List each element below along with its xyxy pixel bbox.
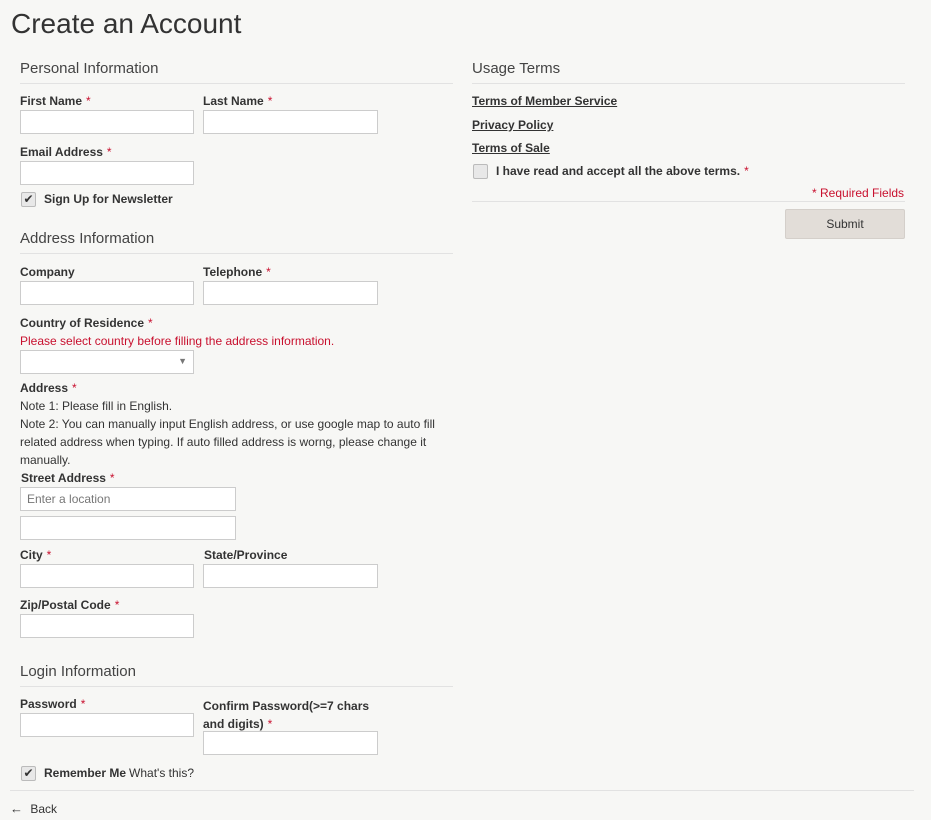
country-label: Country of Residence * bbox=[20, 316, 153, 330]
state-input[interactable] bbox=[203, 564, 378, 588]
state-label: State/Province bbox=[204, 548, 288, 562]
check-icon: ✔ bbox=[23, 192, 34, 206]
personal-info-heading: Personal Information bbox=[20, 60, 453, 84]
street-address-input[interactable] bbox=[20, 487, 236, 511]
telephone-input[interactable] bbox=[203, 281, 378, 305]
first-name-input[interactable] bbox=[20, 110, 194, 134]
zip-input[interactable] bbox=[20, 614, 194, 638]
last-name-input[interactable] bbox=[203, 110, 378, 134]
confirm-password-label: Confirm Password(>=7 chars and digits) * bbox=[203, 699, 370, 731]
submit-button[interactable]: Submit bbox=[785, 209, 905, 239]
newsletter-checkbox[interactable]: ✔ bbox=[21, 192, 36, 207]
accept-terms-label: I have read and accept all the above ter… bbox=[496, 164, 749, 178]
confirm-password-input[interactable] bbox=[203, 731, 378, 755]
remember-me-label: Remember Me What's this? bbox=[44, 766, 195, 780]
login-info-heading: Login Information bbox=[20, 663, 453, 687]
footer-divider bbox=[10, 790, 914, 791]
member-service-link[interactable]: Terms of Member Service bbox=[472, 94, 617, 108]
address-label: Address * bbox=[20, 381, 77, 395]
privacy-policy-link[interactable]: Privacy Policy bbox=[472, 118, 553, 132]
page-title: Create an Account bbox=[11, 8, 242, 39]
email-label: Email Address * bbox=[20, 145, 112, 159]
street-address-label: Street Address * bbox=[21, 471, 115, 485]
telephone-label: Telephone * bbox=[203, 265, 271, 279]
email-input[interactable] bbox=[20, 161, 194, 185]
city-label: City * bbox=[20, 548, 52, 562]
country-select[interactable]: ▼ bbox=[20, 350, 194, 374]
newsletter-label: Sign Up for Newsletter bbox=[44, 192, 173, 206]
whats-this-link[interactable]: What's this? bbox=[129, 766, 194, 780]
required-fields-note: * Required Fields bbox=[812, 186, 905, 200]
zip-label: Zip/Postal Code * bbox=[20, 598, 120, 612]
country-warning: Please select country before filling the… bbox=[20, 334, 335, 348]
address-info-heading: Address Information bbox=[20, 230, 453, 254]
last-name-label: Last Name * bbox=[203, 94, 273, 108]
password-input[interactable] bbox=[20, 713, 194, 737]
password-label: Password * bbox=[20, 697, 86, 711]
street-address-line2-input[interactable] bbox=[20, 516, 236, 540]
company-label: Company bbox=[20, 265, 75, 279]
back-link[interactable]: ← Back bbox=[10, 801, 57, 816]
caret-down-icon: ▼ bbox=[178, 356, 187, 366]
remember-me-checkbox[interactable]: ✔ bbox=[21, 766, 36, 781]
accept-terms-checkbox[interactable] bbox=[473, 164, 488, 179]
company-input[interactable] bbox=[20, 281, 194, 305]
first-name-label: First Name * bbox=[20, 94, 91, 108]
usage-terms-heading: Usage Terms bbox=[472, 60, 905, 84]
terms-of-sale-link[interactable]: Terms of Sale bbox=[472, 141, 550, 155]
arrow-left-icon: ← bbox=[10, 801, 23, 816]
check-icon: ✔ bbox=[23, 766, 34, 780]
terms-divider bbox=[472, 201, 905, 202]
city-input[interactable] bbox=[20, 564, 194, 588]
address-note-2: Note 2: You can manually input English a… bbox=[20, 417, 435, 467]
address-note-1: Note 1: Please fill in English. bbox=[20, 399, 173, 413]
